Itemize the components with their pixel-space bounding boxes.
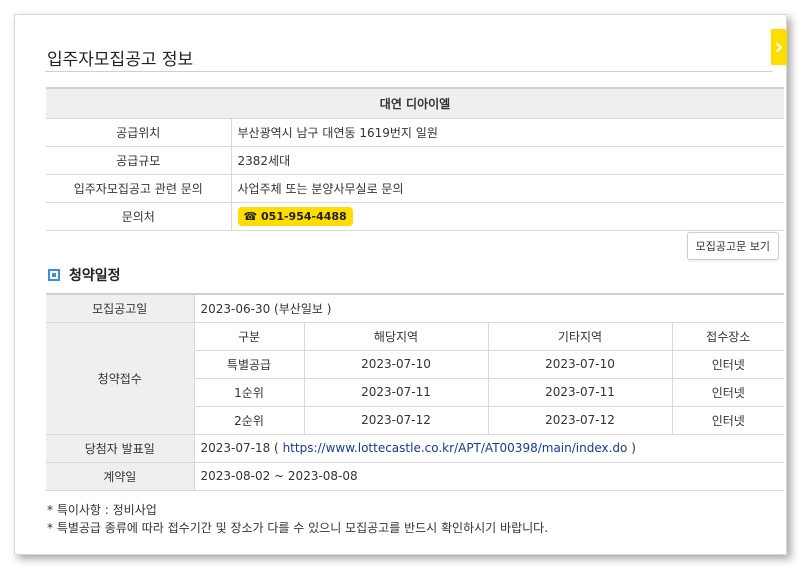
column-header: 접수장소 xyxy=(671,321,784,351)
table-cell: 2023-07-10 xyxy=(303,349,489,379)
table-cell: 인터넷 xyxy=(671,377,784,407)
table-row: 당첨자 발표일 2023-07-18 ( https://www.lotteca… xyxy=(46,433,784,463)
table-row: 모집공고일 2023-06-30 (부산일보 ) xyxy=(46,293,784,323)
modal-window: › 입주자모집공고 정보 대연 디아이엘 공급위치 부산광역시 남구 대연동 1… xyxy=(14,14,787,555)
table-cell: 2023-07-11 xyxy=(487,377,673,407)
row-label: 당첨자 발표일 xyxy=(46,433,195,463)
row-value: 2023-06-30 (부산일보 ) xyxy=(193,293,784,323)
table-cell: 특별공급 xyxy=(194,349,305,379)
schedule-table: 모집공고일 2023-06-30 (부산일보 ) 청약접수 구분 해당지역 기타… xyxy=(46,293,784,491)
table-row: 계약일 2023-08-02 ~ 2023-08-08 xyxy=(46,461,784,491)
title-divider xyxy=(45,71,772,72)
table-row: 공급위치 부산광역시 남구 대연동 1619번지 일원 xyxy=(46,117,784,146)
page-title: 입주자모집공고 정보 xyxy=(47,50,194,70)
row-label: 모집공고일 xyxy=(46,293,195,323)
info-table: 대연 디아이엘 공급위치 부산광역시 남구 대연동 1619번지 일원 공급규모… xyxy=(46,87,784,231)
section-header: 청약일정 xyxy=(48,265,121,285)
row-label: 계약일 xyxy=(46,461,195,491)
table-row: 문의처 ☎ 051-954-4488 xyxy=(46,201,784,231)
column-header: 기타지역 xyxy=(487,321,673,351)
table-cell: 인터넷 xyxy=(671,349,784,379)
row-value: 2023-08-02 ~ 2023-08-08 xyxy=(193,461,784,491)
table-cell: 2023-07-10 xyxy=(487,349,673,379)
row-value: 2382세대 xyxy=(231,145,784,174)
column-header: 구분 xyxy=(193,321,305,351)
table-cell: 2023-07-12 xyxy=(303,405,489,435)
paren-close: ) xyxy=(631,441,636,455)
column-header: 해당지역 xyxy=(303,321,489,351)
note-line: * 특이사항 : 정비사업 xyxy=(47,503,157,517)
table-cell: 1순위 xyxy=(194,377,305,407)
row-value: 2023-07-18 ( https://www.lottecastle.co.… xyxy=(193,433,784,463)
table-row: 입주자모집공고 관련 문의 사업주체 또는 분양사무실로 문의 xyxy=(46,173,784,202)
row-label: 공급위치 xyxy=(46,117,232,146)
row-label: 공급규모 xyxy=(46,145,232,174)
row-label: 문의처 xyxy=(46,201,232,231)
row-value: 사업주체 또는 분양사무실로 문의 xyxy=(231,173,784,202)
table-cell: 2023-07-11 xyxy=(303,377,489,407)
note-line: * 특별공급 종류에 따라 접수기간 및 장소가 다를 수 있으니 모집공고를 … xyxy=(47,521,549,535)
row-label: 청약접수 xyxy=(46,321,195,435)
close-icon[interactable]: › xyxy=(771,29,787,65)
notes: * 특이사항 : 정비사업 * 특별공급 종류에 따라 접수기간 및 장소가 다… xyxy=(47,501,548,537)
winner-link[interactable]: https://www.lottecastle.co.kr/APT/AT0039… xyxy=(283,441,628,455)
row-label: 입주자모집공고 관련 문의 xyxy=(46,173,232,202)
section-title: 청약일정 xyxy=(69,268,121,284)
table-cell: 인터넷 xyxy=(671,405,784,435)
view-notice-button[interactable]: 모집공고문 보기 xyxy=(686,232,779,260)
complex-name: 대연 디아이엘 xyxy=(46,87,784,118)
table-cell: 2순위 xyxy=(194,405,305,435)
table-cell: 2023-07-12 xyxy=(487,405,673,435)
row-value: 부산광역시 남구 대연동 1619번지 일원 xyxy=(231,117,784,146)
square-bullet-icon xyxy=(48,269,60,281)
row-value: ☎ 051-954-4488 xyxy=(231,201,784,231)
table-row: 청약접수 구분 해당지역 기타지역 접수장소 xyxy=(46,321,784,435)
winner-date: 2023-07-18 ( xyxy=(200,441,279,455)
phone-badge[interactable]: ☎ 051-954-4488 xyxy=(237,206,353,226)
table-row: 공급규모 2382세대 xyxy=(46,145,784,174)
